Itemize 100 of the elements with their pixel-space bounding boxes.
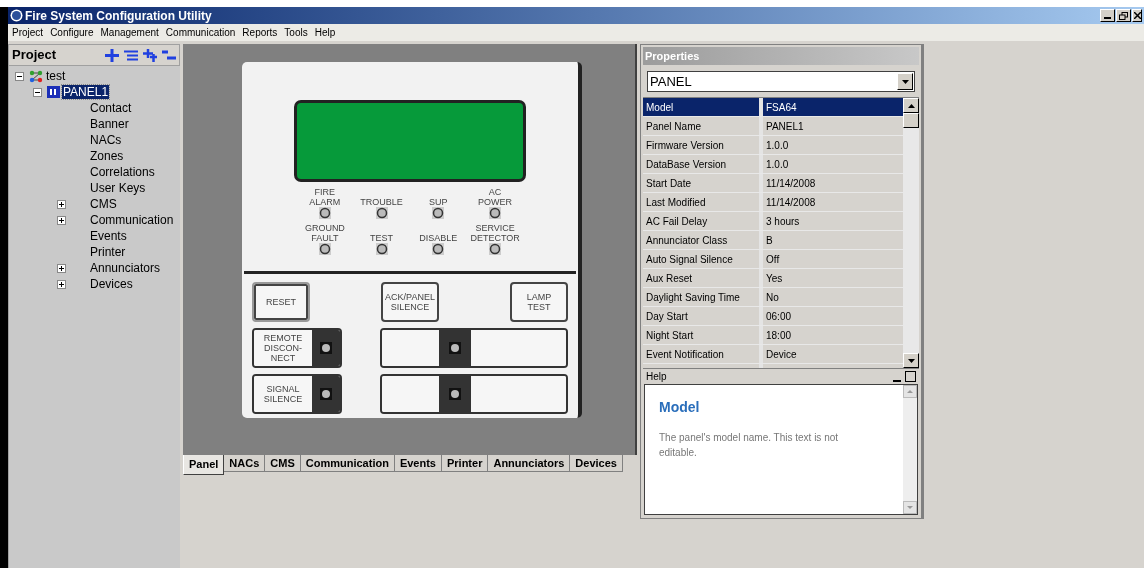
property-name[interactable]: DataBase Version bbox=[643, 155, 763, 173]
close-icon bbox=[1133, 12, 1141, 19]
led-label: GROUND FAULT bbox=[304, 223, 345, 243]
led-label: SERVICE DETECTOR bbox=[470, 223, 520, 243]
panel-title: Project bbox=[12, 46, 57, 65]
led-label: FIRE ALARM bbox=[309, 187, 341, 207]
led-label: TEST bbox=[370, 232, 394, 243]
minimize-button[interactable] bbox=[1100, 9, 1115, 22]
tab[interactable]: Printer bbox=[441, 455, 489, 472]
tree-item[interactable]: Events bbox=[89, 229, 128, 243]
led-label: AC POWER bbox=[478, 187, 513, 207]
property-name[interactable]: Last Modified bbox=[643, 193, 763, 211]
collapse-toggle-icon[interactable] bbox=[15, 71, 24, 81]
led-icon bbox=[318, 243, 331, 255]
tree-item[interactable]: Printer bbox=[89, 245, 127, 259]
led-icon bbox=[320, 388, 332, 400]
blank-key bbox=[382, 330, 439, 366]
menu-item[interactable]: Project bbox=[12, 25, 44, 40]
remove-icon[interactable] bbox=[162, 50, 176, 60]
restore-button[interactable] bbox=[1116, 9, 1131, 22]
panel-title: Properties bbox=[643, 47, 919, 65]
object-dropdown[interactable]: PANEL bbox=[647, 71, 915, 92]
tab[interactable]: Annunciators bbox=[488, 455, 571, 472]
led-icon bbox=[449, 342, 461, 354]
tab[interactable]: Events bbox=[394, 455, 442, 472]
property-name[interactable]: Night Start bbox=[643, 326, 763, 344]
led-icon bbox=[375, 207, 388, 219]
scrollbar[interactable] bbox=[903, 98, 919, 368]
led-icon bbox=[318, 207, 331, 219]
tree-item[interactable]: User Keys bbox=[89, 181, 147, 195]
tree-item[interactable]: test bbox=[45, 69, 67, 83]
led-icon bbox=[432, 207, 445, 219]
led-icon bbox=[320, 342, 332, 354]
expand-toggle-icon[interactable] bbox=[57, 199, 66, 209]
collapse-toggle-icon[interactable] bbox=[33, 87, 42, 97]
minimize-icon bbox=[1104, 17, 1111, 19]
tree-item[interactable]: Annunciators bbox=[89, 261, 162, 275]
tree-item[interactable]: PANEL1 bbox=[62, 85, 110, 99]
menu-item[interactable]: Reports bbox=[242, 25, 278, 40]
tree-item[interactable]: NACs bbox=[89, 133, 123, 147]
property-name[interactable]: Firmware Version bbox=[643, 136, 763, 154]
tree-item[interactable]: Communication bbox=[89, 213, 175, 227]
tab[interactable]: Panel bbox=[183, 455, 225, 475]
led-icon bbox=[489, 207, 502, 219]
menu-item[interactable]: Tools bbox=[284, 25, 308, 40]
window-title: Fire System Configuration Utility bbox=[25, 7, 212, 25]
tree-item[interactable]: Correlations bbox=[89, 165, 156, 179]
property-name[interactable]: AC Fail Delay bbox=[643, 212, 763, 230]
expand-toggle-icon[interactable] bbox=[57, 279, 66, 289]
help-text: The panel's model name. This text is not editable. bbox=[659, 431, 840, 460]
collapse-icon[interactable] bbox=[124, 49, 138, 61]
network-icon bbox=[29, 69, 43, 83]
property-name[interactable]: Annunciator Class bbox=[643, 231, 763, 249]
restore-icon bbox=[1119, 11, 1128, 20]
logo-icon bbox=[10, 9, 23, 22]
property-name[interactable]: Event Notification bbox=[643, 345, 763, 363]
tree-item[interactable]: Zones bbox=[89, 149, 125, 163]
led-icon bbox=[449, 388, 461, 400]
property-name[interactable]: Panel Name bbox=[643, 117, 763, 135]
led-label: DISABLE bbox=[419, 232, 458, 243]
maximize-icon[interactable] bbox=[905, 371, 916, 382]
tab[interactable]: Devices bbox=[570, 455, 623, 472]
help-title: Help bbox=[646, 370, 667, 384]
property-name[interactable]: Model bbox=[643, 98, 763, 116]
tree-item[interactable]: CMS bbox=[89, 197, 118, 211]
scroll-thumb[interactable] bbox=[903, 113, 919, 128]
tree-item[interactable]: Banner bbox=[89, 117, 130, 131]
property-name[interactable]: Auto Signal Silence bbox=[643, 250, 763, 268]
property-name[interactable]: Day Start bbox=[643, 307, 763, 325]
tree-item[interactable]: Devices bbox=[89, 277, 134, 291]
led-label: TROUBLE bbox=[360, 196, 403, 207]
tab[interactable]: Communication bbox=[300, 455, 395, 472]
help-heading: Model bbox=[659, 398, 701, 417]
tree-item[interactable]: Contact bbox=[89, 101, 133, 115]
property-name[interactable]: Start Date bbox=[643, 174, 763, 192]
led-key: REMOTE DISCON- NECT bbox=[252, 328, 342, 368]
property-value[interactable]: FSA64 bbox=[763, 98, 903, 116]
expand-toggle-icon[interactable] bbox=[57, 215, 66, 225]
led-icon bbox=[432, 243, 445, 255]
property-name[interactable]: Aux Reset bbox=[643, 269, 763, 287]
expand-toggle-icon[interactable] bbox=[57, 263, 66, 273]
menu-item[interactable]: Help bbox=[314, 25, 336, 40]
panel-key: ACK/PANEL SILENCE bbox=[381, 282, 439, 322]
add-icon[interactable] bbox=[143, 48, 157, 62]
led-icon bbox=[489, 243, 502, 255]
led-label: SUP bbox=[429, 196, 448, 207]
menu-item[interactable]: Management bbox=[100, 25, 159, 40]
led-icon bbox=[375, 243, 388, 255]
panel-key: RESET bbox=[252, 282, 310, 322]
blank-key bbox=[382, 376, 439, 412]
menu-item[interactable]: Communication bbox=[165, 25, 236, 40]
expand-all-icon[interactable] bbox=[105, 48, 119, 62]
panel-key: LAMP TEST bbox=[510, 282, 568, 322]
panel-icon bbox=[47, 86, 60, 98]
led-key: SIGNAL SILENCE bbox=[252, 374, 342, 414]
close-button[interactable] bbox=[1132, 9, 1142, 22]
menu-item[interactable]: Configure bbox=[50, 25, 94, 40]
tab[interactable]: CMS bbox=[265, 455, 301, 472]
property-name[interactable]: Daylight Saving Time bbox=[643, 288, 763, 306]
tab[interactable]: NACs bbox=[224, 455, 266, 472]
